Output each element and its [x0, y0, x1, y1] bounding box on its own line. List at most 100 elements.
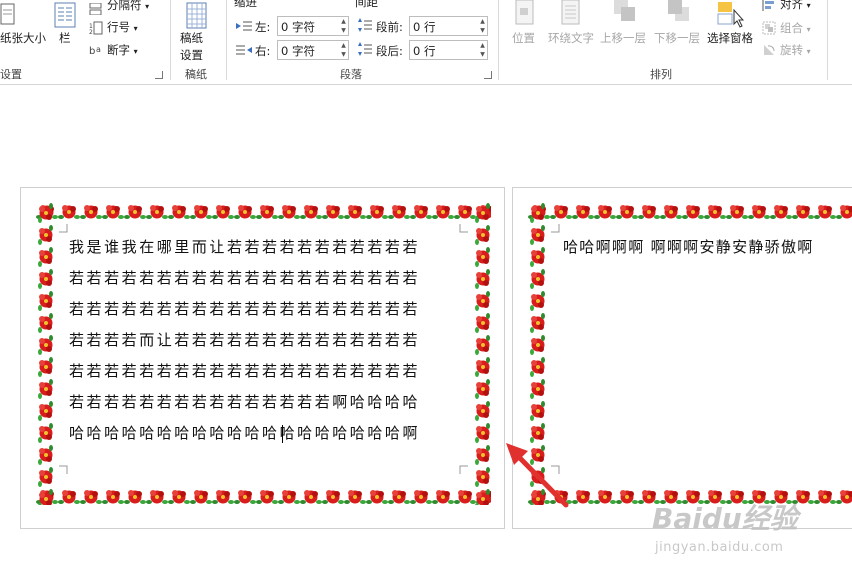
spacing-before-icon [357, 17, 373, 33]
indent-right-value: 0 字符 [281, 44, 315, 58]
columns-button[interactable]: 栏 [59, 30, 71, 46]
text-line: 若若若若若若若若若若若若若若若啊哈哈哈哈 [69, 393, 421, 411]
document-page-1[interactable]: 我是谁我在哪里而让若若若若若若若若若若若 若若若若若若若若若若若若若若若若若若若… [20, 187, 505, 529]
page-setup-launcher-icon[interactable] [155, 71, 163, 79]
spacing-after-icon [357, 41, 373, 57]
columns-label: 栏 [59, 31, 71, 45]
columns-icon [54, 2, 76, 28]
align-icon [762, 0, 776, 11]
group-divider [827, 0, 828, 80]
spin-down-icon[interactable]: ▼ [340, 27, 347, 34]
position-label: 位置 [512, 31, 535, 45]
selection-pane-label: 选择窗格 [707, 31, 753, 45]
annotation-arrow [506, 443, 569, 508]
text-line: 若若若若而让若若若若若若若若若若若若若若 [69, 331, 421, 349]
rotate-label: 旋转 [780, 43, 803, 57]
svg-text:2: 2 [89, 29, 93, 35]
position-button[interactable]: 位置 [512, 30, 535, 46]
send-backward-label: 下移一层 [654, 31, 700, 45]
spin-up-icon[interactable]: ▲ [340, 42, 347, 49]
align-label: 对齐 [780, 0, 803, 11]
align-button[interactable]: 对齐 ▾ [780, 0, 811, 12]
arrange-group-label: 排列 [650, 68, 672, 81]
document-canvas: 我是谁我在哪里而让若若若若若若若若若若若 若若若若若若若若若若若若若若若若若若若… [0, 85, 852, 577]
wrap-text-label: 环绕文字 [548, 31, 594, 45]
indent-left-input[interactable]: 0 字符 ▲ ▼ [277, 16, 349, 36]
group-divider [226, 0, 227, 80]
spacing-after-input[interactable]: 0 行 ▲ ▼ [409, 40, 488, 60]
group-objects-button[interactable]: 组合 ▾ [780, 20, 811, 36]
text-line: 哈哈哈哈哈哈哈哈哈哈哈哈哈哈哈哈哈哈哈啊 [69, 424, 421, 442]
spin-up-icon[interactable]: ▲ [479, 18, 486, 25]
page-size-icon [0, 2, 16, 28]
breaks-icon [89, 0, 103, 16]
hyphenation-icon: ba [89, 42, 105, 57]
line-numbers-icon: 12 [89, 20, 103, 36]
selection-pane-button[interactable]: 选择窗格 [707, 30, 753, 46]
text-line: 我是谁我在哪里而让若若若若若若若若若若若 [69, 238, 421, 256]
manuscript-button-line2: 设置 [180, 48, 203, 62]
wrap-text-button[interactable]: 环绕文字 [548, 30, 594, 46]
ribbon: 纸张大小 栏 分隔符 ▾ 12 行号 ▾ ba 断字 ▾ 设置 稿纸 设置 稿纸… [0, 0, 852, 85]
wrap-text-icon [560, 0, 582, 26]
breaks-button[interactable]: 分隔符 ▾ [107, 0, 149, 13]
chevron-down-icon: ▾ [806, 1, 811, 10]
manuscript-group-label: 稿纸 [185, 68, 207, 81]
text-line: 若若若若若若若若若若若若若若若若若若若若 [69, 362, 421, 380]
watermark-url: jingyan.baidu.com [655, 540, 784, 555]
manuscript-button-line1: 稿纸 [180, 31, 203, 45]
spacing-before-value: 0 行 [413, 20, 436, 34]
breaks-label: 分隔符 [107, 0, 142, 12]
spin-down-icon[interactable]: ▼ [479, 51, 486, 58]
spin-up-icon[interactable]: ▲ [479, 42, 486, 49]
text-line: 若若若若若若若若若若若若若若若若若若若若 [69, 300, 421, 318]
text-line: 若若若若若若若若若若若若若若若若若若若若 [69, 269, 421, 287]
hyphenation-label: 断字 [107, 43, 130, 57]
indent-right-icon [235, 43, 253, 57]
send-backward-icon [666, 0, 692, 26]
group-divider [170, 0, 171, 80]
indent-left-value: 0 字符 [281, 20, 315, 34]
text-cursor [282, 425, 283, 443]
spacing-before-label: 段前: [376, 20, 403, 34]
hyphenation-button[interactable]: 断字 ▾ [107, 42, 138, 58]
rotate-icon [762, 42, 776, 56]
bring-forward-icon [612, 0, 638, 26]
chevron-down-icon: ▾ [806, 47, 811, 56]
chevron-down-icon: ▾ [133, 47, 138, 56]
bring-forward-label: 上移一层 [600, 31, 646, 45]
spacing-header: 间距 [355, 0, 378, 9]
spin-down-icon[interactable]: ▼ [340, 51, 347, 58]
line-numbers-label: 行号 [107, 20, 130, 34]
paragraph-launcher-icon[interactable] [484, 71, 492, 79]
line-numbers-button[interactable]: 行号 ▾ [107, 19, 138, 35]
indent-header: 缩进 [234, 0, 257, 9]
rotate-button[interactable]: 旋转 ▾ [780, 42, 811, 58]
group-objects-label: 组合 [780, 21, 803, 35]
spacing-before-input[interactable]: 0 行 ▲ ▼ [409, 16, 488, 36]
paragraph-group-label: 段落 [340, 68, 362, 81]
chevron-down-icon: ▾ [133, 24, 138, 33]
indent-right-label: 右: [255, 44, 271, 58]
indent-right-input[interactable]: 0 字符 ▲ ▼ [277, 40, 349, 60]
svg-text:b: b [89, 46, 95, 57]
page-size-button[interactable]: 纸张大小 [0, 30, 46, 46]
manuscript-settings-button[interactable]: 稿纸 设置 [180, 30, 214, 63]
send-backward-button[interactable]: 下移一层 [654, 30, 700, 46]
page-size-label: 纸张大小 [0, 31, 46, 45]
manuscript-paper-icon [185, 2, 209, 30]
baidu-watermark-logo: Baidu经验 [652, 497, 798, 537]
spin-down-icon[interactable]: ▼ [479, 27, 486, 34]
chevron-down-icon: ▾ [145, 2, 150, 11]
spin-up-icon[interactable]: ▲ [340, 18, 347, 25]
spacing-after-label: 段后: [376, 44, 403, 58]
watermark-brand: Baidu经验 [652, 502, 798, 535]
chevron-down-icon: ▾ [806, 25, 811, 34]
baidu-watermark-url: jingyan.baidu.com [655, 540, 783, 555]
group-divider [498, 0, 499, 80]
bring-forward-button[interactable]: 上移一层 [600, 30, 646, 46]
page-setup-group-label: 设置 [0, 68, 22, 81]
position-icon [514, 0, 536, 26]
group-objects-icon [762, 20, 776, 35]
text-line: 哈哈啊啊啊 啊啊啊安静安静骄傲啊 [563, 238, 814, 256]
